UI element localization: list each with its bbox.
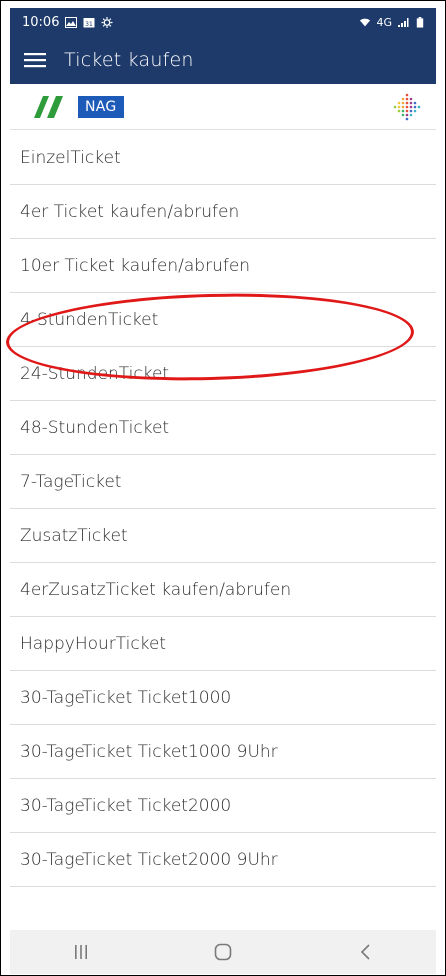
home-button[interactable] [203,937,243,967]
recent-apps-icon [75,945,87,959]
ticket-label: 10er Ticket kaufen/abrufen [20,255,251,276]
ticket-label: 7-TageTicket [20,471,122,492]
dotted-logo-icon [393,93,421,120]
ticket-label: EinzelTicket [20,147,121,168]
ticket-item-10er[interactable]: 10er Ticket kaufen/abrufen [10,239,436,293]
app-bar: Ticket kaufen [10,36,436,84]
ticket-label: 24-StundenTicket [20,363,170,384]
nag-logo: NAG [78,95,124,118]
ticket-item-30-tage-1000[interactable]: 30-TageTicket Ticket1000 [10,671,436,725]
gallery-icon [65,16,78,28]
page-title: Ticket kaufen [64,49,194,71]
calendar-icon: 31 [83,17,95,28]
ticket-label: 4erZusatzTicket kaufen/abrufen [20,579,292,600]
ticket-item-zusatz[interactable]: ZusatzTicket [10,509,436,563]
ticket-item-4er-zusatz[interactable]: 4erZusatzTicket kaufen/abrufen [10,563,436,617]
ticket-label: HappyHourTicket [20,633,167,654]
svg-text:31: 31 [86,21,94,28]
vag-stripes-logo [34,95,63,118]
ticket-item-7-tage[interactable]: 7-TageTicket [10,455,436,509]
ticket-label: 4-StundenTicket [20,309,159,330]
hamburger-menu-icon[interactable] [24,52,46,68]
signal-icon [398,17,409,27]
ticket-label: 30-TageTicket Ticket2000 9Uhr [20,849,278,870]
battery-icon [416,16,424,28]
system-nav-bar [10,930,436,974]
settings-icon [101,16,113,28]
ticket-item-30-tage-1000-9uhr[interactable]: 30-TageTicket Ticket1000 9Uhr [10,725,436,779]
back-icon [360,944,370,960]
ticket-item-happyhour[interactable]: HappyHourTicket [10,617,436,671]
back-button[interactable] [345,937,385,967]
brand-bar: NAG [10,84,436,130]
ticket-item-4er[interactable]: 4er Ticket kaufen/abrufen [10,185,436,239]
ticket-item-4-stunden[interactable]: 4-StundenTicket [10,293,436,347]
ticket-list: EinzelTicket 4er Ticket kaufen/abrufen 1… [10,131,436,887]
ticket-label: 30-TageTicket Ticket1000 9Uhr [20,741,278,762]
network-type: 4G [376,15,392,29]
ticket-label: ZusatzTicket [20,525,128,546]
ticket-item-einzel[interactable]: EinzelTicket [10,131,436,185]
wifi-icon [360,18,371,26]
ticket-label: 30-TageTicket Ticket2000 [20,795,232,816]
ticket-item-48-stunden[interactable]: 48-StundenTicket [10,401,436,455]
ticket-item-24-stunden[interactable]: 24-StundenTicket [10,347,436,401]
ticket-label: 4er Ticket kaufen/abrufen [20,201,240,222]
status-time: 10:06 [22,14,60,30]
ticket-item-30-tage-2000-9uhr[interactable]: 30-TageTicket Ticket2000 9Uhr [10,833,436,887]
recent-apps-button[interactable] [61,937,101,967]
home-icon [214,943,232,961]
ticket-label: 48-StundenTicket [20,417,170,438]
ticket-item-30-tage-2000[interactable]: 30-TageTicket Ticket2000 [10,779,436,833]
ticket-label: 30-TageTicket Ticket1000 [20,687,232,708]
status-bar: 10:06 31 4G [10,8,436,36]
